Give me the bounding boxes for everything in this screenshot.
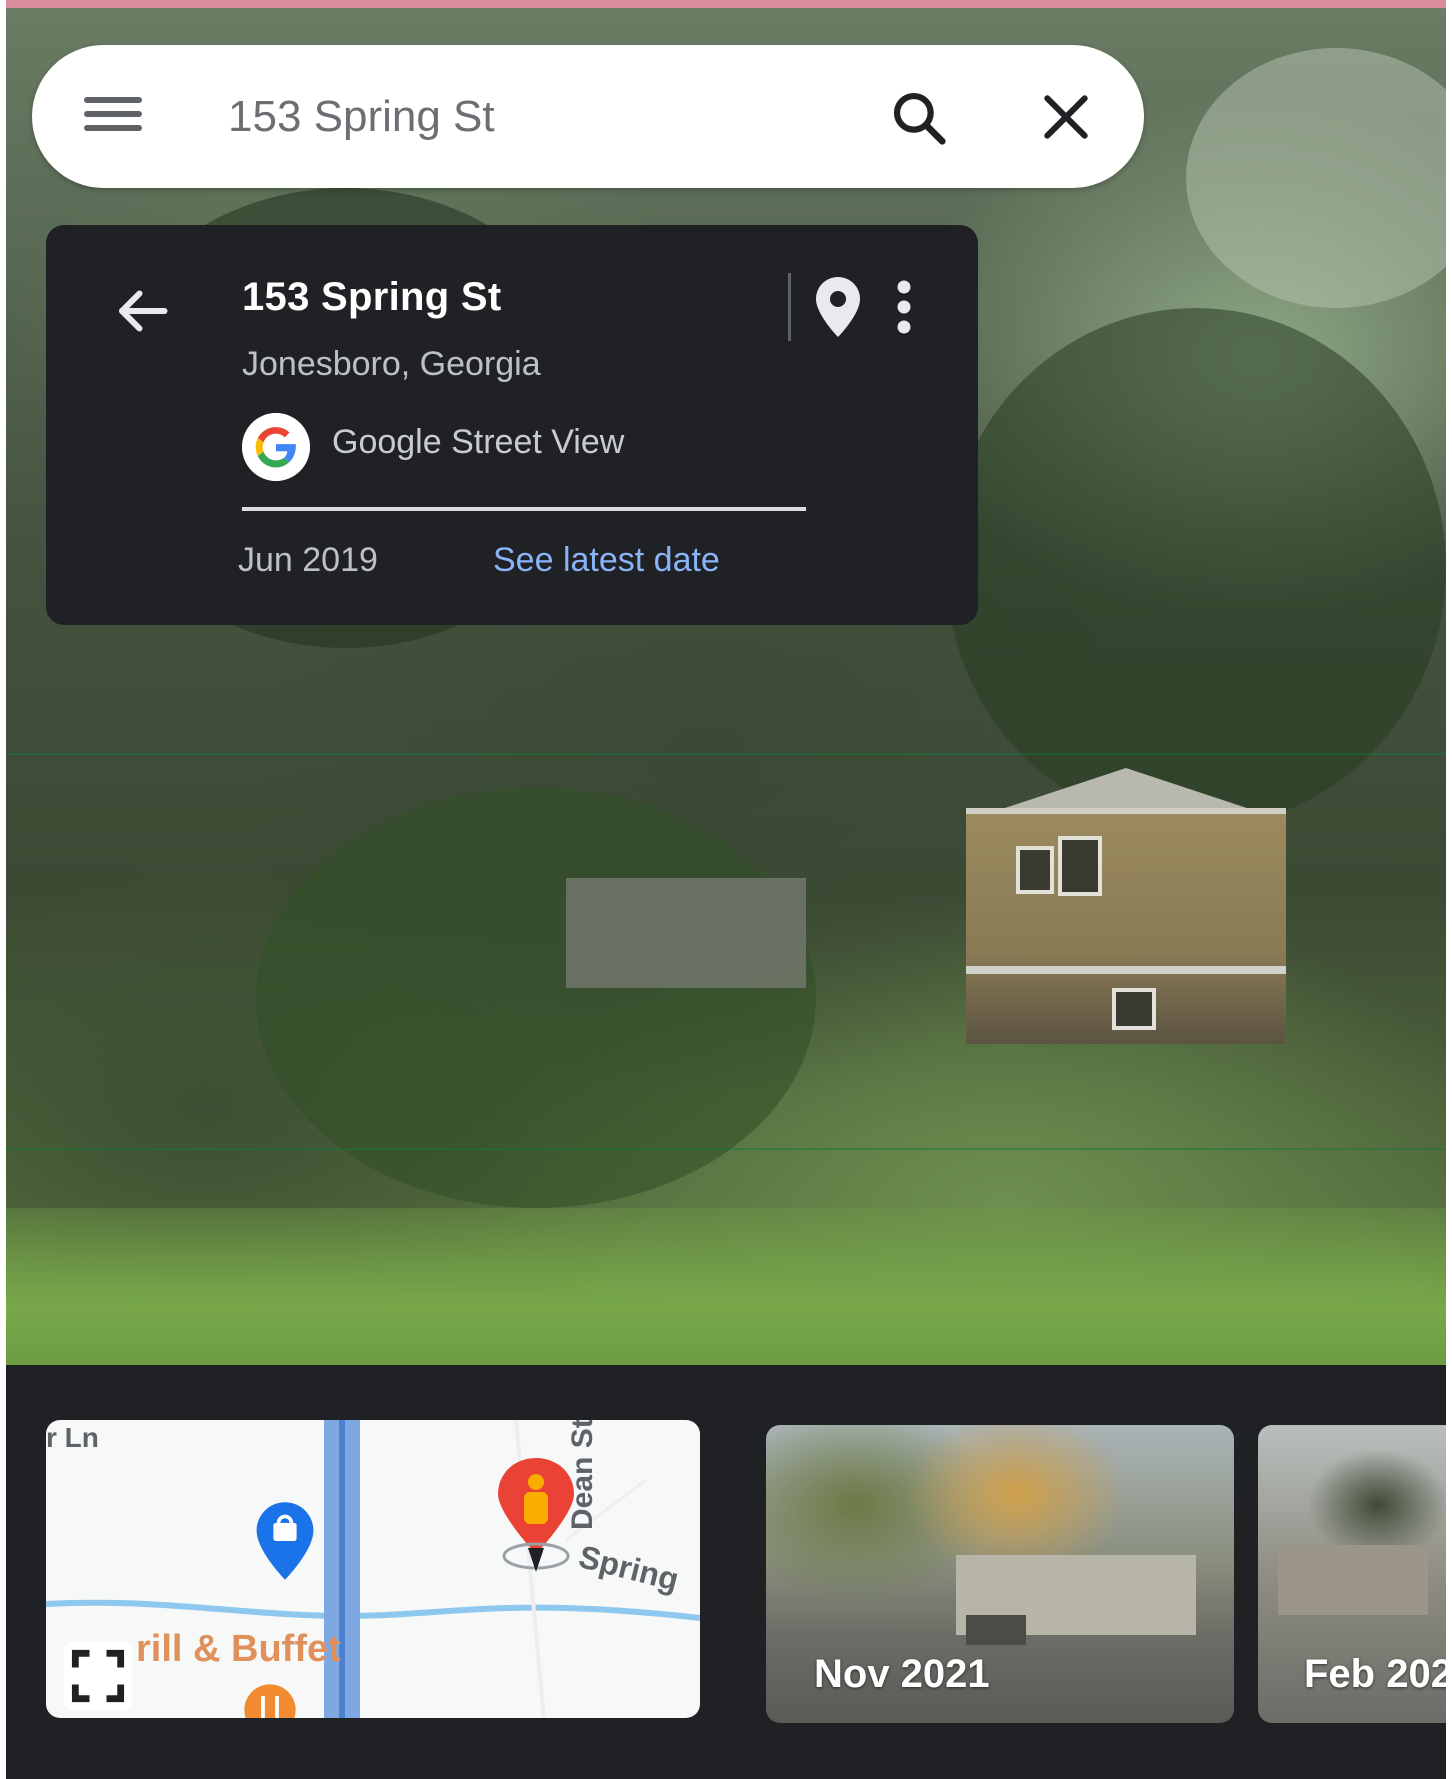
- place-info-card: 153 Spring St Jonesboro, Georgia Google …: [46, 225, 978, 625]
- capture-date: Jun 2019: [238, 541, 378, 579]
- shopping-pin-icon[interactable]: [254, 1498, 316, 1584]
- timeline-date-label: Nov 2021: [814, 1652, 990, 1696]
- minimap[interactable]: r Ln Dean St Spring rill & Buffet: [46, 1420, 700, 1718]
- house-trim: [966, 966, 1286, 974]
- timeline-date-label: Feb 202: [1304, 1652, 1446, 1696]
- street-view-screen: 153 Spring St 153 Spring St Jonesboro, G…: [6, 0, 1446, 1779]
- house-window: [1058, 836, 1102, 896]
- google-logo-icon: [242, 413, 310, 481]
- pegman-marker-icon[interactable]: [492, 1456, 580, 1584]
- scan-line: [6, 1148, 1446, 1150]
- map-street-label: r Ln: [46, 1422, 99, 1453]
- foliage: [946, 308, 1446, 828]
- map-poi-label: rill & Buffet: [136, 1628, 341, 1670]
- top-accent-bar: [6, 0, 1446, 8]
- timeline-rule: [242, 507, 806, 511]
- restaurant-pin-icon[interactable]: [242, 1682, 298, 1718]
- sky-gap: [1186, 48, 1446, 308]
- thumbnail-building: [1278, 1545, 1428, 1615]
- map-road-centerline: [339, 1420, 345, 1718]
- search-bar[interactable]: 153 Spring St: [32, 45, 1144, 188]
- foliage: [256, 788, 816, 1208]
- see-latest-date-link[interactable]: See latest date: [493, 541, 720, 580]
- menu-icon[interactable]: [84, 97, 142, 137]
- thumbnail-car: [966, 1615, 1026, 1645]
- divider: [788, 273, 791, 341]
- timeline-thumbnail[interactable]: Feb 202: [1258, 1425, 1446, 1723]
- scan-line: [6, 753, 1446, 755]
- search-input[interactable]: 153 Spring St: [228, 85, 495, 149]
- arrow-left-icon[interactable]: [112, 281, 172, 341]
- timeline-thumbnail[interactable]: Nov 2021: [766, 1425, 1234, 1723]
- map-pin-icon[interactable]: [814, 275, 862, 339]
- fullscreen-icon[interactable]: [64, 1642, 132, 1710]
- imagery-source: Google Street View: [332, 423, 625, 461]
- place-subtitle: Jonesboro, Georgia: [242, 345, 541, 383]
- lawn: [6, 1208, 1446, 1373]
- close-icon[interactable]: [1038, 89, 1094, 145]
- background-house: [566, 878, 806, 988]
- house-window: [1112, 988, 1156, 1030]
- house-window: [1016, 846, 1054, 894]
- street-view-panorama[interactable]: [6, 8, 1446, 1373]
- place-title: 153 Spring St: [242, 275, 502, 319]
- more-vert-icon[interactable]: [892, 277, 916, 337]
- search-icon[interactable]: [888, 87, 950, 149]
